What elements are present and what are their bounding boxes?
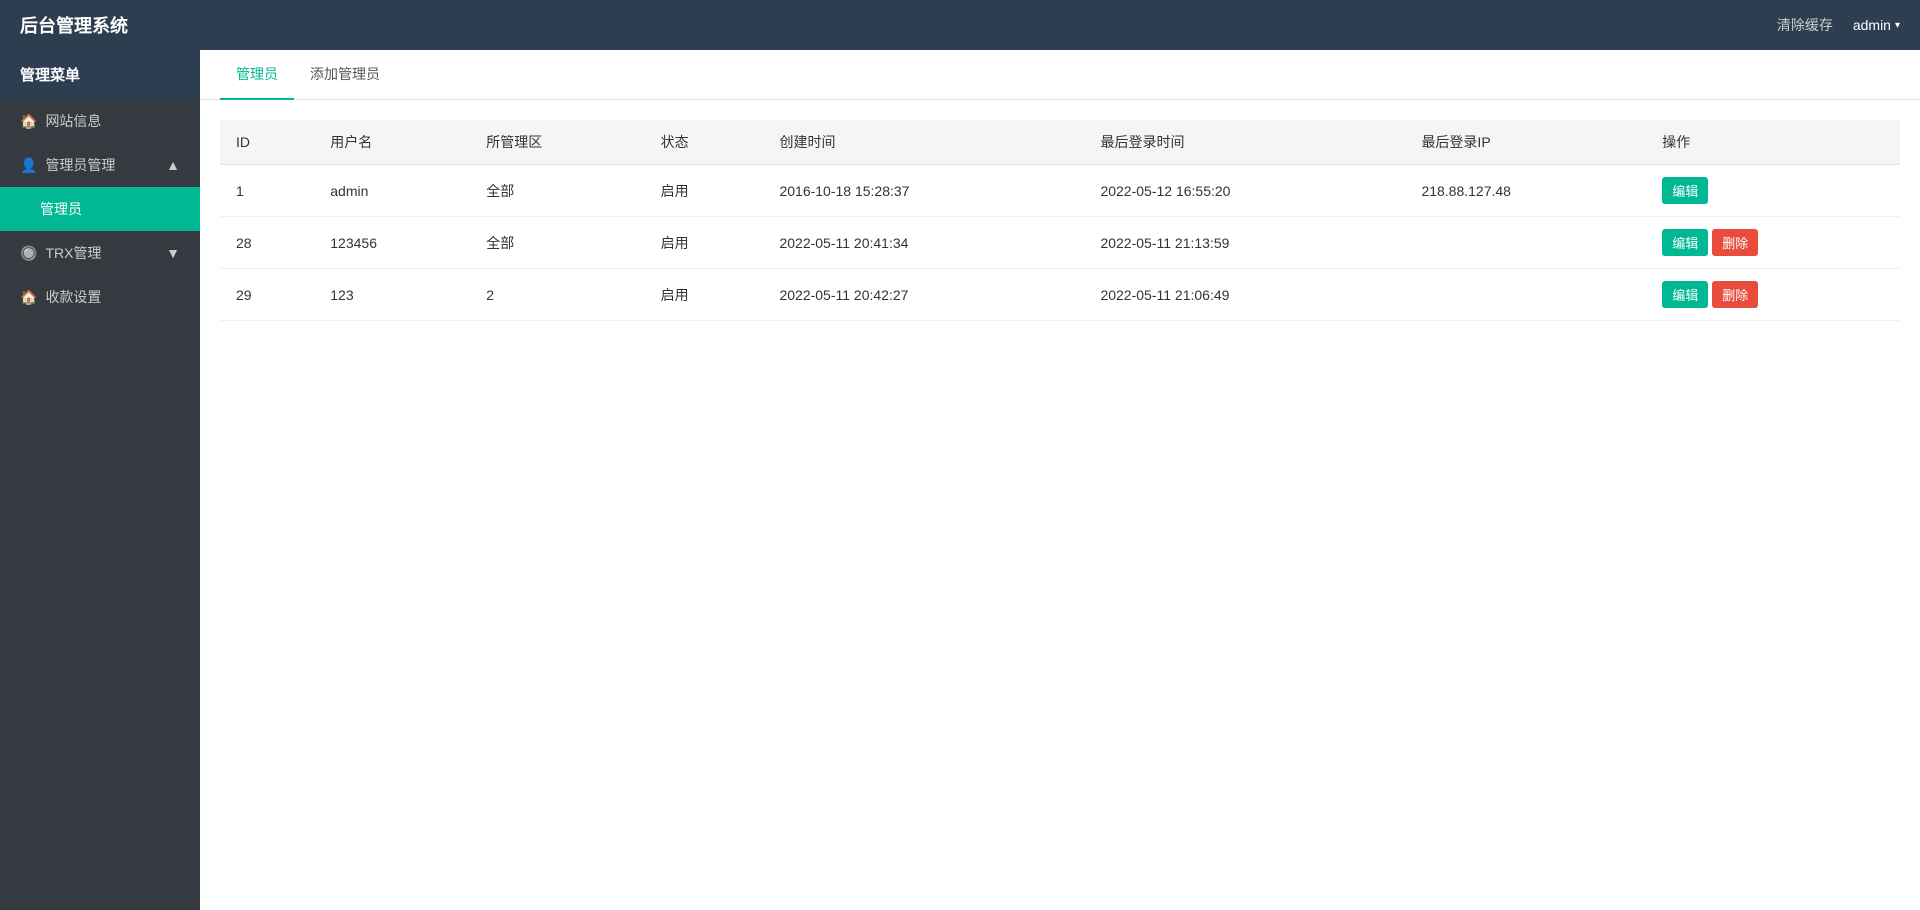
- cell-2: 2: [470, 269, 644, 321]
- user-icon: 👤: [20, 157, 37, 174]
- payment-icon: 🏠: [20, 289, 37, 306]
- main-content: 管理员 添加管理员 ID 用户名 所管理区 状态 创建时间 最后登录时间 最后登…: [200, 50, 1920, 910]
- table-row: 1admin全部启用2016-10-18 15:28:372022-05-12 …: [220, 165, 1900, 217]
- cell-actions: 编辑删除: [1646, 217, 1900, 269]
- cell-3: 启用: [645, 165, 764, 217]
- cell-6: [1405, 217, 1646, 269]
- cell-6: 218.88.127.48: [1405, 165, 1646, 217]
- col-last-ip: 最后登录IP: [1405, 120, 1646, 165]
- layout: 管理菜单 🏠 网站信息 👤 管理员管理 ▲ 管理员 🔘 TRX管理: [0, 50, 1920, 910]
- cell-5: 2022-05-11 21:13:59: [1084, 217, 1405, 269]
- tab-bar: 管理员 添加管理员: [200, 50, 1920, 100]
- tab-add-admin[interactable]: 添加管理员: [294, 50, 396, 100]
- cell-5: 2022-05-12 16:55:20: [1084, 165, 1405, 217]
- edit-button[interactable]: 编辑: [1662, 177, 1708, 204]
- cell-4: 2022-05-11 20:42:27: [763, 269, 1084, 321]
- col-created-at: 创建时间: [763, 120, 1084, 165]
- edit-button[interactable]: 编辑: [1662, 281, 1708, 308]
- admin-table: ID 用户名 所管理区 状态 创建时间 最后登录时间 最后登录IP 操作 1ad…: [220, 120, 1900, 321]
- sidebar-item-website-info[interactable]: 🏠 网站信息: [0, 99, 200, 143]
- cell-1: 123456: [314, 217, 470, 269]
- table-header-row: ID 用户名 所管理区 状态 创建时间 最后登录时间 最后登录IP 操作: [220, 120, 1900, 165]
- table-row: 28123456全部启用2022-05-11 20:41:342022-05-1…: [220, 217, 1900, 269]
- cell-2: 全部: [470, 165, 644, 217]
- sidebar-item-label: 收款设置: [45, 287, 101, 307]
- col-last-login: 最后登录时间: [1084, 120, 1405, 165]
- sidebar: 管理菜单 🏠 网站信息 👤 管理员管理 ▲ 管理员 🔘 TRX管理: [0, 50, 200, 910]
- header: 后台管理系统 清除缓存 admin ▾: [0, 0, 1920, 50]
- sidebar-submenu-admin: 管理员: [0, 187, 200, 231]
- cell-actions: 编辑: [1646, 165, 1900, 217]
- cell-3: 启用: [645, 269, 764, 321]
- chevron-down-icon: ▾: [1895, 20, 1900, 31]
- chevron-down-icon: ▼: [166, 245, 180, 261]
- trx-icon: 🔘: [20, 245, 37, 262]
- sidebar-item-trx-management[interactable]: 🔘 TRX管理 ▼: [0, 231, 200, 275]
- table-container: ID 用户名 所管理区 状态 创建时间 最后登录时间 最后登录IP 操作 1ad…: [200, 100, 1920, 341]
- cell-0: 28: [220, 217, 314, 269]
- cell-1: admin: [314, 165, 470, 217]
- delete-button[interactable]: 删除: [1712, 281, 1758, 308]
- username-label: admin: [1853, 17, 1891, 33]
- cell-4: 2016-10-18 15:28:37: [763, 165, 1084, 217]
- header-right: 清除缓存 admin ▾: [1777, 15, 1900, 35]
- tab-admin[interactable]: 管理员: [220, 50, 294, 100]
- clear-cache-button[interactable]: 清除缓存: [1777, 15, 1833, 35]
- sidebar-item-admin-management[interactable]: 👤 管理员管理 ▲: [0, 143, 200, 187]
- home-icon: 🏠: [20, 113, 37, 130]
- cell-6: [1405, 269, 1646, 321]
- sidebar-item-label: 管理员: [40, 199, 82, 219]
- cell-5: 2022-05-11 21:06:49: [1084, 269, 1405, 321]
- cell-4: 2022-05-11 20:41:34: [763, 217, 1084, 269]
- cell-3: 启用: [645, 217, 764, 269]
- cell-actions: 编辑删除: [1646, 269, 1900, 321]
- sidebar-item-label: 管理员管理: [45, 155, 115, 175]
- edit-button[interactable]: 编辑: [1662, 229, 1708, 256]
- cell-2: 全部: [470, 217, 644, 269]
- cell-0: 1: [220, 165, 314, 217]
- table-row: 291232启用2022-05-11 20:42:272022-05-11 21…: [220, 269, 1900, 321]
- col-managed-area: 所管理区: [470, 120, 644, 165]
- delete-button[interactable]: 删除: [1712, 229, 1758, 256]
- chevron-up-icon: ▲: [166, 157, 180, 173]
- col-id: ID: [220, 120, 314, 165]
- col-actions: 操作: [1646, 120, 1900, 165]
- sidebar-menu-label: 管理菜单: [0, 50, 200, 99]
- col-status: 状态: [645, 120, 764, 165]
- sidebar-item-label: TRX管理: [45, 243, 101, 263]
- cell-0: 29: [220, 269, 314, 321]
- app-title: 后台管理系统: [20, 12, 128, 38]
- cell-1: 123: [314, 269, 470, 321]
- user-menu[interactable]: admin ▾: [1853, 17, 1900, 33]
- sidebar-item-label: 网站信息: [45, 111, 101, 131]
- sidebar-item-admin-list[interactable]: 管理员: [0, 187, 200, 231]
- sidebar-item-payment-settings[interactable]: 🏠 收款设置: [0, 275, 200, 319]
- col-username: 用户名: [314, 120, 470, 165]
